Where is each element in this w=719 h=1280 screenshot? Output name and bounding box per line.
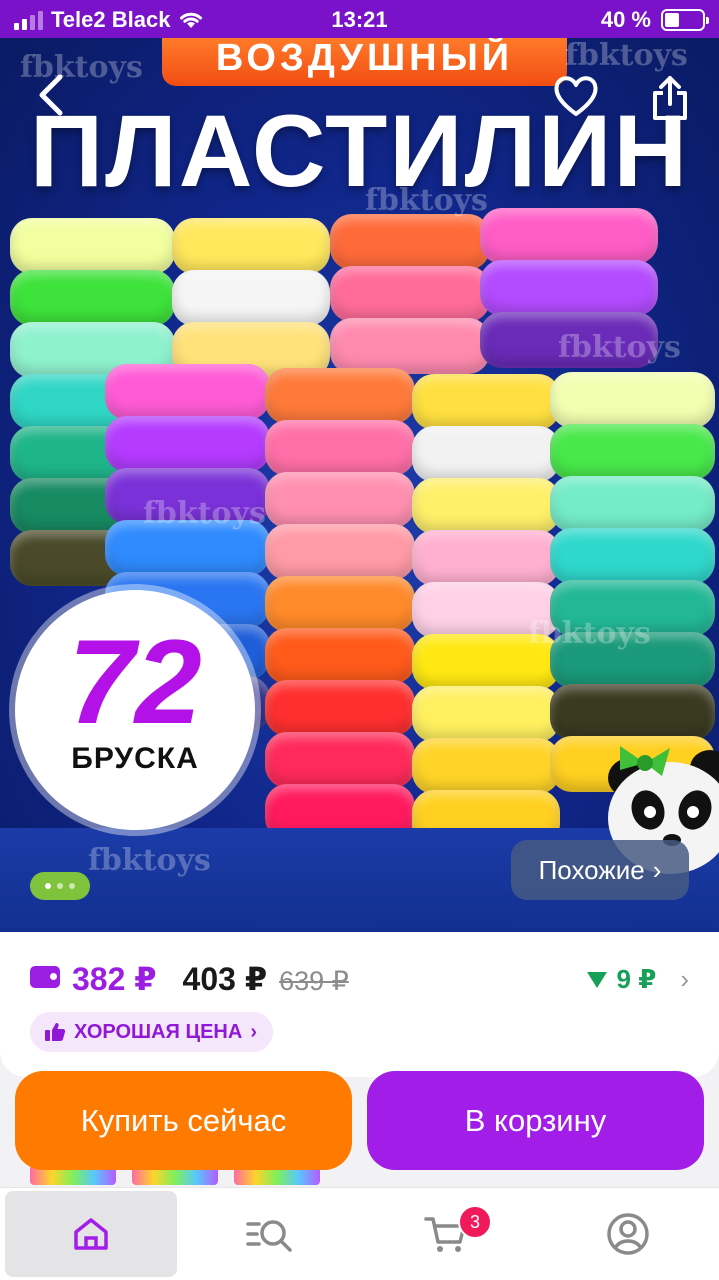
watermark: fbktoys <box>143 496 266 531</box>
price-drop-amount: 9 ₽ <box>616 964 657 994</box>
price-drop-link[interactable]: 9 ₽ › <box>586 964 689 995</box>
chevron-right-icon: › <box>652 854 662 885</box>
share-button[interactable] <box>642 68 698 128</box>
catalog-search-icon <box>246 1220 292 1252</box>
clay-bar <box>265 680 415 736</box>
back-button[interactable] <box>24 68 78 122</box>
heart-icon <box>554 76 598 116</box>
share-icon <box>653 76 687 120</box>
clay-bar <box>480 260 658 316</box>
product-image-title: ПЛАСТИЛИН <box>29 94 690 208</box>
carousel-indicator <box>30 872 90 900</box>
price-card: 382 ₽ 403 ₽ 639 ₽ 9 ₽ › ХОРОШАЯ ЦЕНА › <box>0 932 719 1077</box>
count-badge-label: БРУСКА <box>71 742 199 775</box>
clay-bar <box>265 732 415 788</box>
watermark: fbktoys <box>558 330 681 365</box>
favorite-button[interactable] <box>548 68 604 124</box>
product-image-carousel[interactable]: ВОЗДУШНЫЙ ПЛАСТИЛИН fbktoys fbktoys fbkt… <box>0 38 719 932</box>
watermark: fbktoys <box>528 616 651 651</box>
clay-bar <box>412 530 560 586</box>
clay-bar <box>172 270 330 326</box>
product-banner-text: ВОЗДУШНЫЙ <box>162 38 567 86</box>
old-price: 639 ₽ <box>279 966 349 996</box>
clay-bar <box>330 214 490 270</box>
clay-bar <box>172 218 330 274</box>
battery-percent: 40 % <box>600 7 651 32</box>
clay-bar <box>265 524 415 580</box>
clay-bar <box>330 318 490 374</box>
count-badge: 72 БРУСКА <box>15 590 255 830</box>
clay-bar <box>550 424 715 480</box>
clay-bar <box>10 218 175 274</box>
buy-now-button[interactable]: Купить сейчас <box>15 1071 352 1170</box>
wallet-icon <box>30 966 60 988</box>
status-bar: Tele2 Black 13:21 40 % <box>0 0 719 38</box>
add-to-cart-label: В корзину <box>464 1102 607 1138</box>
clay-bar <box>412 374 560 430</box>
chevron-left-icon <box>39 74 63 116</box>
cart-count-badge: 3 <box>458 1205 492 1239</box>
current-price: 403 ₽ <box>182 961 268 997</box>
clay-bar <box>480 208 658 264</box>
bottom-tab-bar: 3 <box>0 1187 719 1280</box>
clay-bar <box>412 478 560 534</box>
watermark: fbktoys <box>88 843 211 878</box>
clay-bar <box>10 270 175 326</box>
clay-bar <box>550 372 715 428</box>
battery-icon <box>661 9 709 31</box>
thumbs-up-icon <box>45 1023 66 1041</box>
home-icon <box>74 1218 108 1250</box>
carousel-dot <box>45 883 51 889</box>
watermark: fbktoys <box>365 183 488 218</box>
clay-bar <box>265 472 415 528</box>
similar-products-button[interactable]: Похожие › <box>511 840 689 900</box>
clay-bar <box>412 426 560 482</box>
wallet-price: 382 ₽ <box>72 961 157 997</box>
tab-catalog[interactable] <box>185 1191 357 1277</box>
carousel-dot <box>69 883 75 889</box>
profile-icon <box>607 1213 649 1255</box>
add-to-cart-button[interactable]: В корзину <box>367 1071 704 1170</box>
good-price-label: ХОРОШАЯ ЦЕНА <box>74 1020 243 1043</box>
clay-bar <box>105 364 270 420</box>
clay-bar <box>412 738 560 794</box>
tab-home[interactable] <box>5 1191 177 1277</box>
chevron-right-icon: › <box>680 964 689 994</box>
clay-bar <box>412 686 560 742</box>
tab-profile[interactable] <box>542 1191 714 1277</box>
chevron-right-icon: › <box>250 1020 257 1043</box>
tab-cart[interactable]: 3 <box>360 1191 532 1277</box>
clay-bar <box>265 628 415 684</box>
buy-now-label: Купить сейчас <box>80 1102 287 1138</box>
price-down-icon <box>586 971 607 988</box>
clay-bar <box>105 416 270 472</box>
carousel-dot <box>57 883 63 889</box>
clay-bar <box>265 368 415 424</box>
clay-bar <box>330 266 490 322</box>
clay-bar <box>550 528 715 584</box>
clay-bar <box>265 576 415 632</box>
similar-products-label: Похожие <box>538 854 645 885</box>
good-price-badge[interactable]: ХОРОШАЯ ЦЕНА › <box>30 1012 273 1052</box>
count-badge-number: 72 <box>68 615 202 749</box>
clay-bar <box>550 476 715 532</box>
clay-bar <box>265 420 415 476</box>
